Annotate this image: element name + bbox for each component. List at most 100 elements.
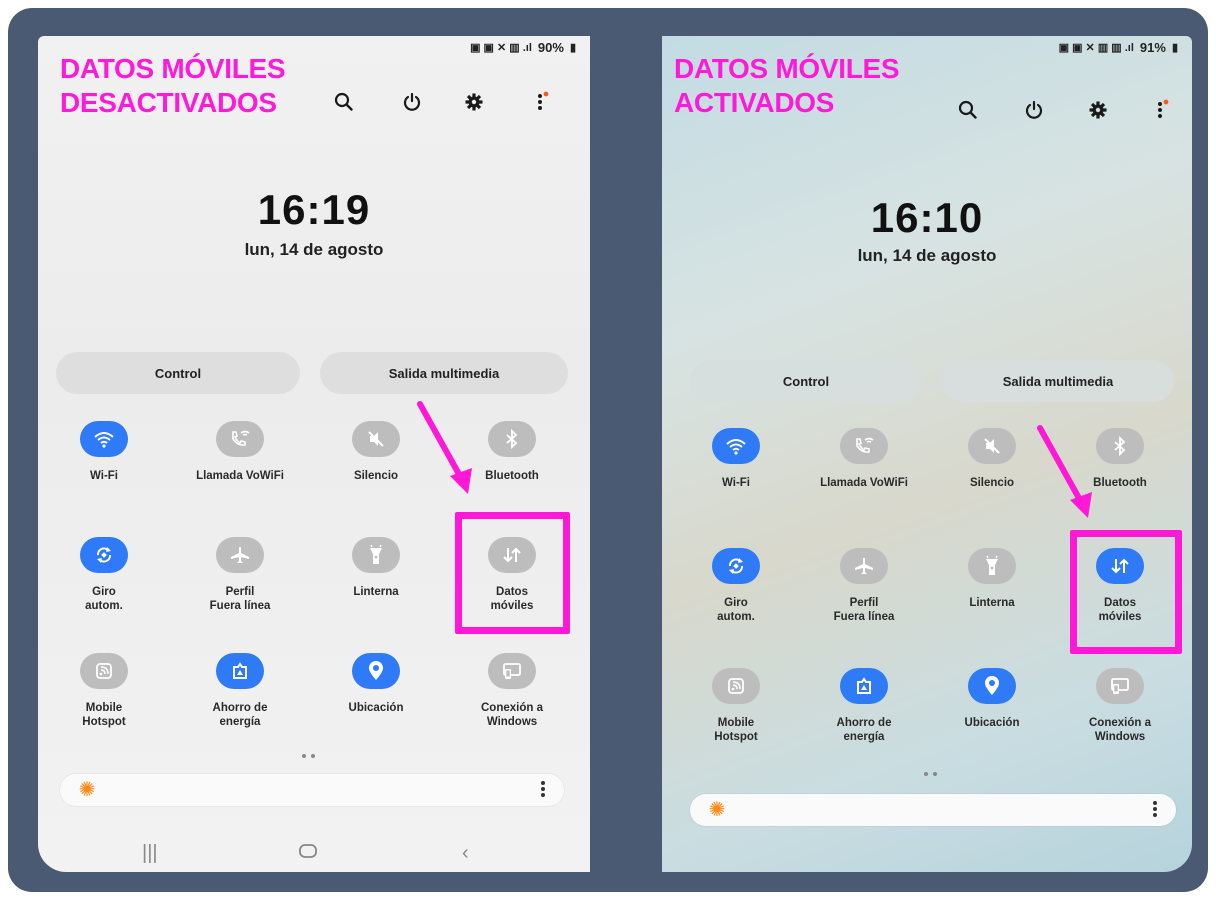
quick-tile-airplane[interactable]: Perfil Fuera línea [804,548,924,658]
home-icon[interactable] [298,842,318,865]
quick-tile-label: Llamada VoWiFi [804,476,924,490]
battery-icon: ▮ [1171,42,1178,54]
tile-label-line-1: Conexión a [481,702,543,714]
tile-label-line-1: Perfil [849,597,879,609]
control-button[interactable]: Control [56,352,300,394]
quick-tile-rotate[interactable]: Giro autom. [676,548,796,658]
battery-saver-icon[interactable] [840,668,888,704]
tile-label-line-2: Fuera línea [209,600,271,612]
quick-tile-label: Perfil Fuera línea [180,585,300,613]
brightness-slider[interactable]: ✺ [690,794,1176,826]
quick-tile-airplane[interactable]: Perfil Fuera línea [180,537,300,647]
more-options-icon[interactable] [528,88,556,116]
tile-label-line-1: Linterna [969,597,1015,609]
flashlight-icon[interactable] [968,548,1016,584]
brightness-slider[interactable]: ✺ [60,774,564,806]
pointer-arrow [1037,425,1092,518]
quick-tile-windows-link[interactable]: Conexión a Windows [452,653,572,763]
tile-label-line-2: energía [219,716,261,728]
quick-tile-label: Conexión a Windows [452,701,572,729]
quick-tile-flashlight[interactable]: Linterna [932,548,1052,658]
quick-tile-hotspot[interactable]: Mobile Hotspot [44,653,164,763]
rotate-icon[interactable] [712,548,760,584]
quick-tile-flashlight[interactable]: Linterna [316,537,436,647]
caption-left: DATOS MÓVILES DESACTIVADOS [60,52,286,120]
search-icon[interactable] [330,88,358,116]
tile-label-line-2: Hotspot [82,716,126,728]
wifi-icon[interactable] [80,421,128,457]
quick-tile-label: Llamada VoWiFi [180,469,300,483]
quick-tile-wifi[interactable]: Wi-Fi [676,428,796,538]
tile-label-line-1: Perfil [225,586,255,598]
brightness-sun-icon: ✺ [78,779,96,801]
location-icon[interactable] [968,668,1016,704]
media-output-button[interactable]: Salida multimedia [942,360,1174,402]
quick-tile-label: Ubicación [316,701,436,715]
status-bar: ▣ ▣ ✕ ▥ ▥ .ıl 91% ▮ [1059,40,1178,55]
quick-tile-location[interactable]: Ubicación [932,668,1052,778]
status-bar: ▣ ▣ ✕ ▥ .ıl 90% ▮ [470,40,576,55]
wifi-icon[interactable] [712,428,760,464]
highlight-box-mobile-data [455,512,570,634]
tile-label-line-1: Wi-Fi [90,470,118,482]
brightness-more-icon[interactable] [540,779,546,801]
hotspot-icon[interactable] [712,668,760,704]
quick-tile-label: Conexión a Windows [1060,716,1180,744]
phone-wifi-icon[interactable] [216,421,264,457]
settings-gear-icon[interactable] [1084,96,1112,124]
clock-time: 16:19 [257,186,371,233]
mute-icon[interactable] [352,421,400,457]
media-output-label: Salida multimedia [388,365,500,381]
quick-tile-location[interactable]: Ubicación [316,653,436,763]
brightness-more-icon[interactable] [1152,799,1158,821]
tile-label-line-2: energía [843,731,885,743]
quick-tile-battery-saver[interactable]: Ahorro de energía [180,653,300,763]
hotspot-icon[interactable] [80,653,128,689]
flashlight-icon[interactable] [352,537,400,573]
tile-label-line-2: Hotspot [714,731,758,743]
media-output-button[interactable]: Salida multimedia [320,352,568,394]
tile-label-line-2: Fuera línea [833,611,895,623]
tile-label-line-1: Giro [724,597,748,609]
tile-label-line-1: Wi-Fi [722,477,750,489]
control-label: Control [782,373,830,389]
quick-tile-rotate[interactable]: Giro autom. [44,537,164,647]
quick-tile-hotspot[interactable]: Mobile Hotspot [676,668,796,778]
bluetooth-icon[interactable] [488,421,536,457]
quick-tile-wifi[interactable]: Wi-Fi [44,421,164,531]
phone-wifi-icon[interactable] [840,428,888,464]
windows-link-icon[interactable] [488,653,536,689]
rotate-icon[interactable] [80,537,128,573]
clock-date: lun, 14 de agosto [244,240,384,259]
airplane-icon[interactable] [216,537,264,573]
power-icon[interactable] [398,88,426,116]
tile-label-line-1: Giro [92,586,116,598]
more-options-icon[interactable] [1148,96,1176,124]
brightness-sun-icon: ✺ [708,799,726,821]
quick-tile-phone-wifi[interactable]: Llamada VoWiFi [180,421,300,531]
quick-tile-phone-wifi[interactable]: Llamada VoWiFi [804,428,924,538]
tile-label-line-1: Conexión a [1089,717,1151,729]
recents-icon[interactable]: ||| [142,842,158,865]
settings-gear-icon[interactable] [460,88,488,116]
quick-tile-battery-saver[interactable]: Ahorro de energía [804,668,924,778]
bluetooth-icon[interactable] [1096,428,1144,464]
control-label: Control [154,365,202,381]
caption-line-2: DESACTIVADOS [60,87,277,118]
tile-label-line-1: Ubicación [964,717,1020,729]
tile-label-line-2: Windows [1094,731,1146,743]
battery-saver-icon[interactable] [216,653,264,689]
power-icon[interactable] [1020,96,1048,124]
search-icon[interactable] [954,96,982,124]
location-icon[interactable] [352,653,400,689]
mute-icon[interactable] [968,428,1016,464]
tile-label-line-1: Mobile [717,717,755,729]
airplane-icon[interactable] [840,548,888,584]
control-button[interactable]: Control [690,360,922,402]
back-icon[interactable]: ‹ [462,842,469,865]
quick-tile-label: Giro autom. [676,596,796,624]
quick-tile-windows-link[interactable]: Conexión a Windows [1060,668,1180,778]
battery-percent: 90% [537,40,564,55]
windows-link-icon[interactable] [1096,668,1144,704]
quick-tile-label: Ahorro de energía [804,716,924,744]
